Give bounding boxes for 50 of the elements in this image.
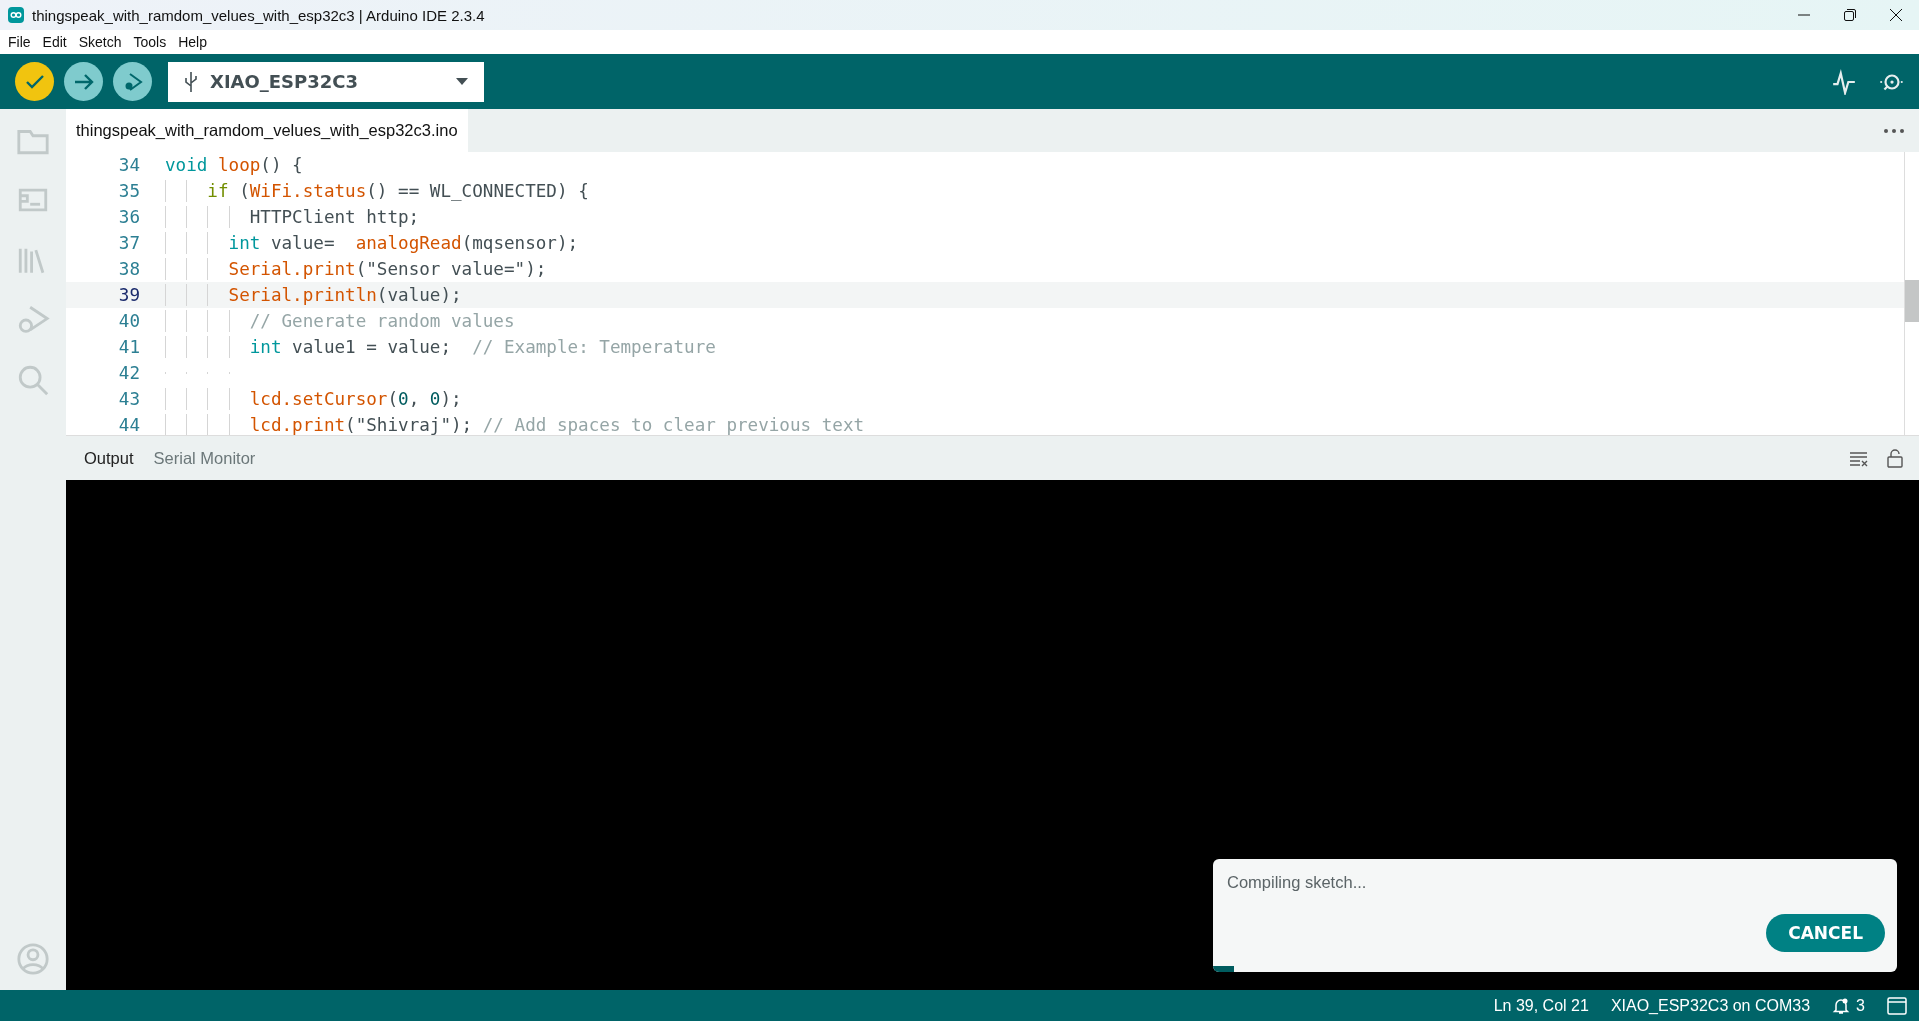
line-number: 40 (117, 311, 141, 331)
line-number: 38 (117, 259, 141, 279)
menu-item[interactable]: Edit (38, 34, 75, 50)
code-line: int value1 = value; // Example: Temperature (248, 337, 716, 357)
code-line: // Generate random values (248, 311, 515, 331)
bell-icon[interactable] (1832, 996, 1851, 1015)
board-selector[interactable]: XIAO_ESP32C3 (168, 61, 484, 102)
line-number: 34 (117, 155, 141, 175)
menu-item[interactable]: Sketch (74, 34, 130, 50)
code-line: int value= analogRead(mqsensor); (227, 233, 579, 253)
code-line: Serial.print("Sensor value="); (227, 259, 547, 279)
cursor-position[interactable]: Ln 39, Col 21 (1493, 996, 1589, 1015)
code-line: if (WiFi.status() == WL_CONNECTED) { (206, 181, 589, 201)
upload-button[interactable] (64, 62, 103, 101)
unlock-icon[interactable] (1885, 448, 1905, 468)
line-number: 44 (117, 415, 141, 435)
debug-button[interactable] (113, 62, 152, 101)
file-tab[interactable]: thingspeak_with_ramdom_velues_with_esp32c3.ino (66, 109, 468, 152)
notification-count: 3 (1856, 996, 1865, 1015)
menu-item[interactable]: Tools (129, 34, 175, 50)
menu-item[interactable]: Help (174, 34, 215, 50)
line-number: 37 (117, 233, 141, 253)
board-port[interactable]: XIAO_ESP32C3 on COM33 (1610, 996, 1811, 1015)
line-number: 36 (117, 207, 141, 227)
scrollbar-thumb[interactable] (1905, 280, 1919, 322)
app-logo-icon (8, 7, 24, 23)
panel-toggle-icon[interactable] (1887, 996, 1907, 1015)
verify-button[interactable] (15, 62, 54, 101)
code-line: lcd.setCursor(0, 0); (248, 389, 462, 409)
line-number: 41 (117, 337, 141, 357)
cancel-button[interactable]: CANCEL (1766, 914, 1885, 952)
line-number: 43 (117, 389, 141, 409)
restore-icon (1843, 8, 1857, 22)
code-line: Serial.println(value); (227, 285, 462, 305)
panel-tab[interactable]: Serial Monitor (145, 448, 264, 468)
window-title: thingspeak_with_ramdom_velues_with_esp32c3 | Arduino IDE 2.3.4 (32, 6, 486, 24)
serial-plotter-icon[interactable] (1831, 68, 1857, 95)
code-line: HTTPClient http; (248, 207, 420, 227)
line-number: 42 (117, 363, 141, 383)
panel-tab[interactable]: Output (76, 448, 142, 468)
menu-item[interactable]: File (4, 34, 39, 50)
more-icon[interactable] (1883, 127, 1905, 134)
code-line: lcd.print("Shivraj"); // Add spaces to clear previous text (248, 415, 865, 435)
notification-message: Compiling sketch... (1227, 873, 1367, 892)
close-icon (1889, 8, 1903, 22)
code-line: void loop() { (165, 155, 303, 175)
usb-icon (184, 70, 198, 93)
dropdown-caret-icon (456, 78, 468, 85)
line-number: 35 (117, 181, 141, 201)
line-number: 39 (117, 285, 141, 305)
